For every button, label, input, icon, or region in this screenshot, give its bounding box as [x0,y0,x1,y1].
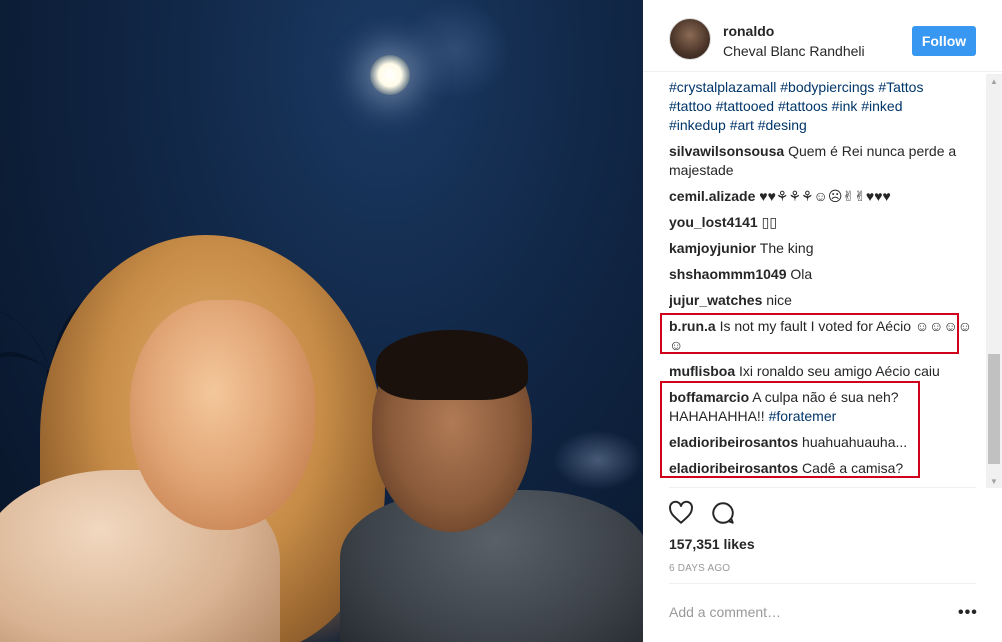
comment: muflisboa Ixi ronaldo seu amigo Aécio ca… [669,362,985,381]
comment-text: Ola [790,266,813,282]
likes-count[interactable]: 157,351 likes [669,536,755,552]
scroll-up-arrow-icon[interactable]: ▲ [986,74,1002,88]
scroll-thumb[interactable] [988,354,1000,464]
comment-username[interactable]: silvawilsonsousa [669,143,784,159]
comment-username[interactable]: you_lost4141 [669,214,758,230]
comment-bubble-icon[interactable] [710,500,736,526]
post-location[interactable]: Cheval Blanc Randheli [723,43,865,59]
comment-username[interactable]: kamjoyjunior [669,240,756,256]
comment-username[interactable]: shshaommm1049 [669,266,787,282]
hashtag-line[interactable]: #tattoo #tattooed #tattoos #ink #inked [669,97,985,116]
hashtag-line[interactable]: #crystalplazamall #bodypiercings #Tattos [669,78,985,97]
comment: cemil.alizade ♥♥⚘⚘⚘☺☹✌✌♥♥♥ [669,187,985,206]
post-photo [0,0,643,642]
comment-text: The king [759,240,814,256]
comment: jujur_watches nice [669,291,985,310]
hashtag-line[interactable]: #inkedup #art #desing [669,116,985,135]
more-options-icon[interactable]: ••• [958,604,978,622]
comment-text: Ixi ronaldo seu amigo Aécio caiu [739,363,940,379]
highlight-box [660,313,959,354]
sky-glow [400,0,510,100]
comments-scrollbar[interactable]: ▲ ▼ [986,74,1002,488]
comment-text: nice [766,292,792,308]
comment: kamjoyjunior The king [669,239,985,258]
comment-text: ▯▯ [761,214,778,230]
comment-text: ♥♥⚘⚘⚘☺☹✌✌♥♥♥ [759,188,891,204]
comment: you_lost4141 ▯▯ [669,213,985,232]
highlight-box [660,381,920,478]
avatar[interactable] [669,18,711,60]
comment-username[interactable]: cemil.alizade [669,188,755,204]
woman-face [130,300,315,530]
comment: silvawilsonsousa Quem é Rei nunca perde … [669,142,985,180]
follow-button[interactable]: Follow [912,26,976,56]
moon [370,55,410,95]
post-timestamp[interactable]: 6 DAYS AGO [669,563,730,574]
scroll-down-arrow-icon[interactable]: ▼ [986,474,1002,488]
post-username[interactable]: ronaldo [723,23,774,39]
cloud [553,430,643,490]
post-actions [668,500,736,526]
divider [669,487,976,488]
caption-hashtags: #crystalplazamall #bodypiercings #Tattos… [669,78,985,135]
add-comment-input[interactable]: Add a comment… [669,604,949,620]
divider [669,583,976,584]
man-hair [376,330,528,400]
comment-username[interactable]: muflisboa [669,363,735,379]
post-header: ronaldo Cheval Blanc Randheli Follow [643,0,1002,72]
heart-icon[interactable] [668,500,694,526]
comment: shshaommm1049 Ola [669,265,985,284]
comment-username[interactable]: jujur_watches [669,292,762,308]
